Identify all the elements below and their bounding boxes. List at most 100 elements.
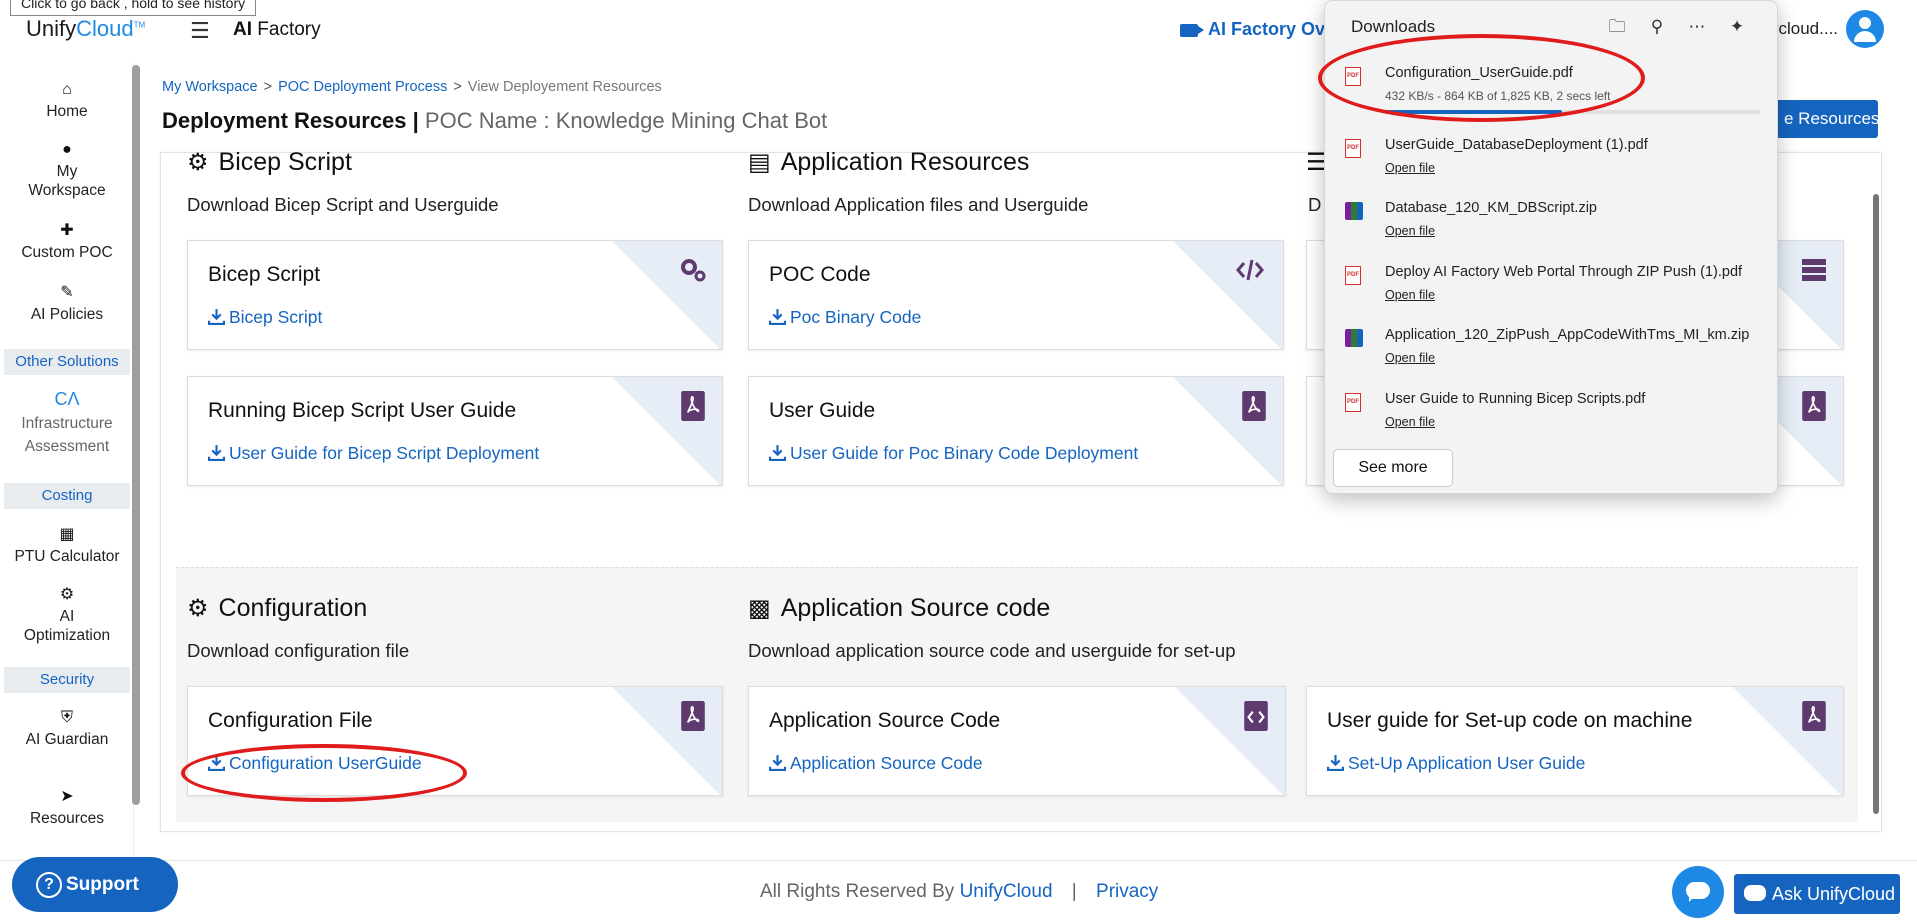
card-poc-code: POC Code Poc Binary Code [748, 240, 1284, 350]
section-subtitle-configuration: Download configuration file [187, 640, 410, 661]
section-title-configuration: ⚙ Configuration [187, 594, 367, 623]
sidebar-item-resources[interactable]: ➤ Resources [0, 787, 134, 828]
breadcrumb-separator: > [263, 79, 273, 95]
open-file-link[interactable]: Open file [1385, 224, 1435, 238]
home-icon: ⌂ [62, 81, 72, 98]
card-bicep-user-guide: Running Bicep Script User Guide User Gui… [187, 376, 723, 486]
user-avatar-icon[interactable] [1846, 10, 1884, 48]
highlight-ring-config-link [181, 744, 467, 802]
folder-icon[interactable]: 🗀 [1597, 14, 1637, 43]
privacy-link[interactable]: Privacy [1096, 881, 1158, 902]
link-label: Application Source Code [790, 753, 983, 773]
page-title: Deployment Resources | POC Name : Knowle… [162, 108, 827, 134]
gears-icon: ⚙ [59, 586, 75, 603]
unifycloud-logo[interactable]: UnifyCloudTM [26, 16, 145, 42]
sidebar-item-custom-poc[interactable]: ✚ Custom POC [0, 221, 134, 262]
card-application-source-code: Application Source Code Application Sour… [748, 686, 1286, 796]
poc-user-guide-download-link[interactable]: User Guide for Poc Binary Code Deploymen… [769, 443, 1138, 464]
calculator-icon: ▦ [59, 526, 75, 543]
sidebar-item-label: AI Optimization [23, 608, 111, 644]
sidebar-item-label: AI Guardian [25, 731, 109, 748]
open-file-link[interactable]: Open file [1385, 288, 1435, 302]
open-file-link[interactable]: Open file [1385, 351, 1435, 365]
resources-button[interactable]: e Resources [1770, 100, 1878, 138]
more-options-icon[interactable]: ⋯ [1677, 17, 1717, 37]
download-icon [1327, 755, 1344, 771]
card-title: Bicep Script [208, 263, 321, 286]
link-label: Bicep Script [229, 307, 323, 327]
pdf-file-icon: PDF [1345, 266, 1361, 285]
setup-application-guide-download-link[interactable]: Set-Up Application User Guide [1327, 753, 1585, 774]
panel-scrollbar[interactable] [1873, 194, 1879, 814]
sidebar-header-other-solutions: Other Solutions [4, 349, 130, 375]
bicep-user-guide-download-link[interactable]: User Guide for Bicep Script Deployment [208, 443, 539, 464]
see-more-button[interactable]: See more [1333, 449, 1453, 487]
sidebar-item-ai-guardian[interactable]: ⛨ AI Guardian [0, 708, 134, 749]
poc-binary-code-download-link[interactable]: Poc Binary Code [769, 307, 921, 328]
open-file-link[interactable]: Open file [1385, 415, 1435, 429]
section-subtitle-bicep: Download Bicep Script and Userguide [187, 194, 499, 215]
laptop-code-icon: ▤ [748, 149, 771, 176]
logo-tm: TM [133, 20, 146, 30]
pdf-file-icon [1802, 391, 1826, 421]
breadcrumb-my-workspace[interactable]: My Workspace [162, 79, 258, 95]
section-title-text: Configuration [218, 594, 368, 622]
download-item[interactable]: PDF User Guide to Running Bicep Scripts.… [1345, 391, 1765, 445]
footer: All Rights Reserved By UnifyCloud | Priv… [0, 860, 1917, 922]
sidebar-item-ptu-calculator[interactable]: ▦ PTU Calculator [0, 525, 134, 566]
sidebar-item-my-workspace[interactable]: ● My Workspace [0, 140, 134, 200]
server-icon [1802, 259, 1826, 281]
download-icon [208, 445, 225, 461]
ask-label: Ask UnifyCloud [1772, 884, 1896, 904]
pdf-file-icon [1242, 391, 1266, 421]
ask-unifycloud-button[interactable]: Ask UnifyCloud [1734, 874, 1900, 914]
sidebar-item-infrastructure-assessment[interactable]: CΛ Infrastructure Assessment [0, 390, 134, 458]
user-name[interactable]: ycloud.... [1770, 19, 1838, 39]
sidebar-item-label: Infrastructure Assessment [21, 415, 113, 455]
footer-copyright: All Rights Reserved By [760, 881, 955, 902]
sidebar-scrollbar[interactable] [132, 65, 140, 805]
sidebar-item-label: Home [46, 103, 88, 120]
download-item[interactable]: Application_120_ZipPush_AppCodeWithTms_M… [1345, 327, 1765, 381]
support-button[interactable]: ? Support [12, 857, 178, 912]
file-code-icon: ▩ [748, 595, 771, 622]
download-item[interactable]: Database_120_KM_DBScript.zip Open file [1345, 200, 1765, 254]
gear-icon: ⚙ [187, 595, 209, 622]
sidebar-item-ai-policies[interactable]: ✎ AI Policies [0, 283, 134, 324]
sidebar-item-label: Resources [29, 810, 105, 827]
sidebar-header-security: Security [4, 667, 130, 693]
sidebar-item-label: Custom POC [21, 244, 113, 261]
hamburger-menu-icon[interactable]: ☰ [190, 18, 210, 44]
link-label: User Guide for Bicep Script Deployment [229, 443, 540, 463]
section-subtitle-app-source: Download application source code and use… [748, 640, 1236, 661]
footer-text: All Rights Reserved By UnifyCloud | Priv… [760, 881, 1158, 903]
search-icon[interactable]: ⚲ [1637, 17, 1677, 37]
app-name: AI Factory [233, 19, 321, 41]
download-item[interactable]: PDF UserGuide_DatabaseDeployment (1).pdf… [1345, 137, 1765, 191]
card-title: Application Source Code [769, 709, 1001, 732]
breadcrumb-poc-deployment[interactable]: POC Deployment Process [278, 79, 447, 95]
bicep-script-download-link[interactable]: Bicep Script [208, 307, 322, 328]
sidebar-item-label: My Workspace [28, 163, 106, 199]
sidebar-item-home[interactable]: ⌂ Home [0, 80, 134, 121]
open-file-link[interactable]: Open file [1385, 161, 1435, 175]
pdf-file-icon [681, 391, 705, 421]
pin-icon[interactable]: ✦ [1717, 17, 1757, 37]
rocket-icon: ➤ [60, 788, 74, 805]
user-icon: ● [62, 141, 72, 158]
file-code-icon [1244, 701, 1268, 731]
application-source-code-download-link[interactable]: Application Source Code [769, 753, 983, 774]
section-subtitle-database: D [1308, 194, 1322, 215]
breadcrumb: My Workspace > POC Deployment Process > View… [162, 79, 662, 95]
section-title-text: Bicep Script [218, 148, 352, 176]
footer-separator: | [1071, 881, 1077, 902]
download-item[interactable]: PDF Deploy AI Factory Web Portal Through… [1345, 264, 1765, 318]
ai-factory-overview-link[interactable]: AI Factory Ove [1180, 19, 1335, 40]
footer-brand-link[interactable]: UnifyCloud [960, 881, 1053, 902]
ca-logo-icon: CΛ [54, 389, 80, 409]
app-name-rest: Factory [252, 19, 321, 40]
code-icon [1236, 259, 1264, 281]
app-name-bold: AI [233, 19, 252, 40]
sidebar-item-ai-optimization[interactable]: ⚙ AI Optimization [0, 585, 134, 645]
chat-bubble-icon[interactable] [1672, 866, 1724, 918]
